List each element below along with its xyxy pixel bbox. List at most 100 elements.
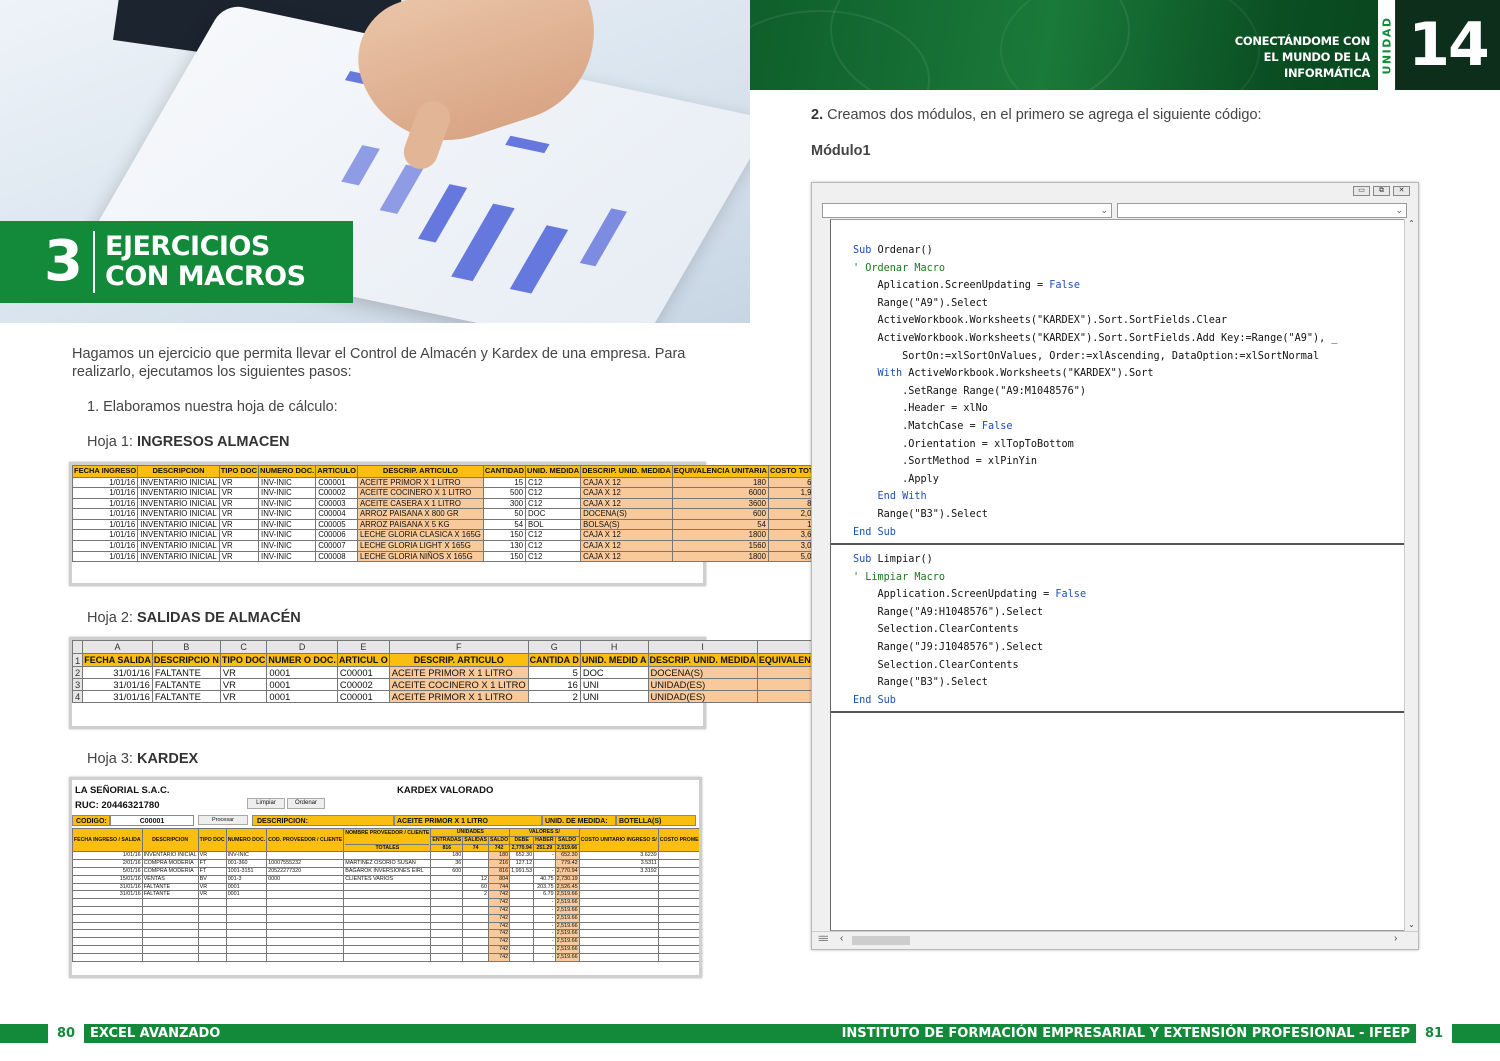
table-row: 1/01/16 INVENTARIO INICIAL VR INV-INIC C0000… [71,529,834,542]
table-cell: 130 [482,540,527,552]
table-cell: 10007555232 [266,859,345,868]
table-cell: 2,519.66 [554,898,580,907]
table-cell [578,937,659,946]
table-cell: 3.3192 [578,866,659,876]
hoja3-prefix: Hoja 3: [87,751,137,767]
table-cell [266,913,345,923]
table-cell [509,937,535,946]
total-value: 251.29 [533,843,556,853]
table-cell [141,944,199,954]
table-cell: 804 [488,874,511,884]
table-cell [462,905,490,915]
table-cell: 2,519.66 [554,952,580,962]
scroll-left-icon[interactable]: ‹ [840,933,843,944]
table-cell: 3.5311 [578,859,659,868]
object-dropdown[interactable]: ⌄ [822,203,1112,218]
table-cell: 1800 [671,550,769,563]
table-cell: 15 [482,476,527,489]
table-cell [430,921,464,931]
table-cell [462,937,490,946]
column-header: TIPO DOC [219,653,268,667]
table-cell [533,859,556,868]
table-cell: C00003 [315,497,358,510]
table-cell: CAJA X 12 [580,497,673,510]
table-cell: INVENTARIO INICIAL [137,550,220,563]
kardex-limpiar-button[interactable]: Limpiar [247,798,285,809]
hoja2-name: SALIDAS DE ALMACÉN [136,610,301,626]
table-cell: BOL [525,518,582,531]
total-value: 742 [488,843,511,853]
table-cell [225,905,268,915]
table-cell [343,890,432,900]
table-cell: LECHE GLORIA CLASICA X 165G [356,529,484,542]
table-cell [72,952,143,962]
table-cell: 5 [527,666,581,679]
table-cell [430,905,464,915]
view-mode-icon[interactable]: ☰☰ [818,935,828,943]
column-header: DESCRIP. UNID. MEDIDA [580,465,673,478]
restore-icon[interactable]: ⧉ [1373,186,1390,196]
kardex-ruc: RUC: 20446321780 [75,800,160,811]
keyword: With [877,368,903,380]
table-cell: 600 [430,866,464,876]
table-cell: 2,730.19 [554,874,580,884]
minimize-icon[interactable]: ▭ [1353,186,1370,196]
code-line: Sub Limpiar() [853,551,1404,569]
table-cell: CAJA X 12 [580,540,673,552]
column-header: DESCRIP. UNID. MEDIDA [647,653,758,667]
keyword: Sub [853,554,872,566]
keyword: False [981,420,1013,432]
keyword: Sub [853,245,872,256]
code-text: Application.ScreenUpdating = [853,589,1056,601]
table-cell: 2 [527,690,581,703]
column-letter: C [219,640,268,654]
table-cell: 2 [462,890,490,900]
table-cell: FT [197,866,227,876]
table-cell: BAGAROK INVERSIONES EIRL [343,866,432,876]
table-cell: 54 [671,518,769,531]
scroll-down-icon[interactable]: ⌄ [1405,920,1418,929]
scroll-up-icon[interactable]: ⌃ [1405,219,1418,228]
table-cell [509,952,535,962]
table-cell: 6000 [671,487,769,499]
table-cell: C12 [525,497,582,510]
code-line: End Sub [853,524,1404,542]
table-cell: INV-INIC [258,518,317,531]
kardex-codigo-value[interactable]: C00001 [110,814,194,826]
table-cell: INVENTARIO INICIAL [137,497,220,510]
kardex-ordenar-button[interactable]: Ordenar [287,798,325,809]
step2-number: 2. [811,107,824,123]
scroll-right-icon[interactable]: › [1394,933,1397,944]
table-cell: 50 [482,508,527,520]
table-cell: LECHE GLORIA NIÑOS X 165G [356,550,484,563]
procedure-separator [831,711,1404,714]
total-value: 74 [462,843,490,853]
close-icon[interactable]: ✕ [1393,186,1410,196]
table-cell: 2,519.66 [554,913,580,923]
vertical-scrollbar[interactable]: ⌃ ⌄ [1404,219,1418,931]
column-subheader: SALDO [554,835,580,845]
kardex-procesar-button[interactable]: Procesar [198,815,248,825]
row-number: 3 [71,678,84,691]
procedure-dropdown[interactable]: ⌄ [1117,203,1407,218]
code-editor[interactable]: Sub Ordenar() ' Ordenar Macro Aplication.… [830,219,1404,931]
total-value: 2,770.94 [509,843,535,853]
column-header: ARTICUL O [336,653,390,667]
code-line: Sub Ordenar() [853,242,1404,260]
table-cell: 150 [482,550,527,563]
table-cell [197,905,227,915]
scroll-thumb[interactable] [852,936,910,945]
table-cell: 600 [671,508,769,520]
code-line: Aplication.ScreenUpdating = False [853,277,1404,295]
table-cell [197,952,227,962]
code-line: Range("B3").Select [853,506,1404,524]
section-title-banner: 3 EJERCICIOS CON MACROS [0,221,353,303]
column-subheader: HABER [533,835,556,845]
table-cell: 2,770.94 [554,866,580,876]
table-row: 742 -2,519.66 3.3958 [72,921,699,931]
table-row: 1/01/16 INVENTARIO INICIAL VR INV-INIC C0000… [71,476,834,489]
table-cell [72,905,143,915]
horizontal-scrollbar[interactable]: ☰☰ ‹ › [812,931,1418,949]
table-cell [266,882,345,892]
vba-code-window: ▭ ⧉ ✕ ⌄ ⌄ Sub Ordenar() ' Ordenar Macro A… [811,182,1419,950]
